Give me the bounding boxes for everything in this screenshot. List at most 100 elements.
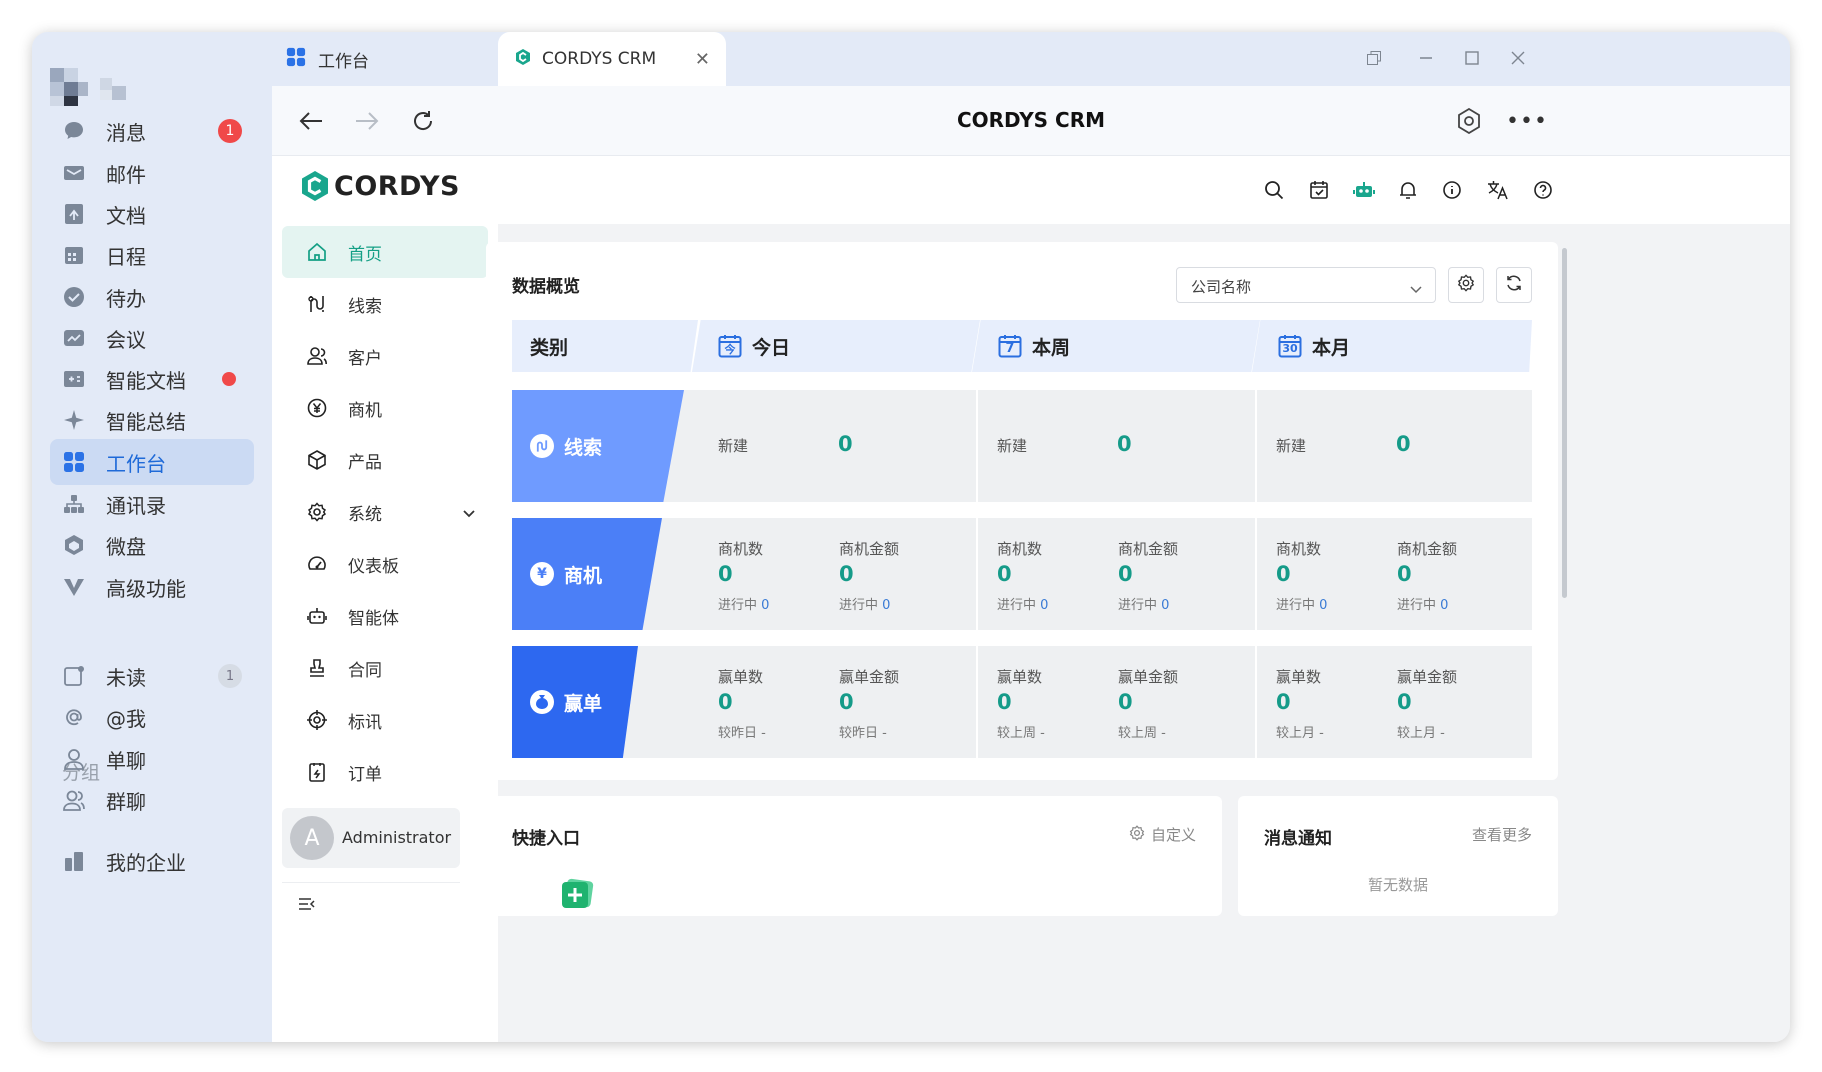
menu-item-dashboard[interactable]: 仪表板 [282,538,488,590]
metric-value: 0 [718,562,733,586]
translate-icon[interactable] [1486,178,1510,202]
sidebar-item-label: 微盘 [106,534,146,559]
metric-label: 新建 [1276,437,1307,455]
user-avatar[interactable] [50,68,132,112]
browser-nav-bar: CORDYS CRM ••• [272,86,1790,156]
menu-item-home[interactable]: 首页 [282,226,488,278]
header-category: 类别 [512,320,698,372]
minimize-icon[interactable] [1412,44,1440,72]
close-window-icon[interactable] [1504,44,1532,72]
menu-item-label: 合同 [348,660,382,681]
sidebar-item-workbench[interactable]: 工作台 [50,439,254,485]
sidebar-item-drive[interactable]: 微盘 [50,522,254,568]
mail-icon [62,161,86,185]
tab-workbench[interactable]: 工作台 [286,32,496,86]
info-icon[interactable] [1440,178,1464,202]
customize-label: 自定义 [1150,826,1196,844]
sidebar-item-advanced[interactable]: 高级功能 [50,564,254,610]
robot-icon[interactable] [1352,178,1376,202]
header-label: 本周 [1032,336,1071,359]
sidebar-item-messages[interactable]: 消息 1 [50,108,254,154]
sidebar-item-my-company[interactable]: 我的企业 [50,838,254,884]
metric-label: 赢单金额 [839,668,900,686]
view-more-link[interactable]: 查看更多 [1472,824,1532,845]
calendar-icon-text: 30 [1282,342,1298,355]
row-label-won[interactable]: 赢单 [512,646,638,758]
sidebar-group-mentions[interactable]: @我 [50,694,254,740]
calendar-icon-text: 7 [1005,341,1015,356]
refresh-icon [1505,274,1523,296]
divider [1255,518,1257,630]
divider [976,646,978,758]
sub-label: 进行中 [1276,598,1316,613]
restore-icon[interactable] [1360,44,1388,72]
app-header: CORDYS [272,156,1790,224]
sub-value: 0 [1440,598,1449,613]
row-label-opportunities[interactable]: ¥ 商机 [512,518,662,630]
divider [1255,390,1257,502]
sidebar-item-contacts[interactable]: 通讯录 [50,481,254,527]
sidebar-item-label: 文档 [106,203,146,228]
sub-label: 进行中 [1118,598,1158,613]
sidebar-item-mail[interactable]: 邮件 [50,150,254,196]
menu-item-agents[interactable]: 智能体 [282,590,488,642]
more-menu-icon[interactable]: ••• [1506,104,1547,138]
metric-value: 0 [1276,562,1291,586]
row-label-leads[interactable]: 线索 [512,390,684,502]
sparkle-icon [62,408,86,432]
sidebar-group-unread[interactable]: 未读 1 [50,653,254,699]
sidebar-item-todo[interactable]: 待办 [50,274,254,320]
hexagon-settings-icon[interactable] [1452,104,1486,138]
metric-label: 赢单数 [997,668,1043,686]
metric-label: 商机数 [718,540,764,558]
menu-item-system[interactable]: 系统 [282,486,488,538]
menu-item-leads[interactable]: 线索 [282,278,488,330]
collapse-menu-icon[interactable] [298,896,316,916]
menu-item-opportunities[interactable]: 商机 [282,382,488,434]
check-circle-icon [62,285,86,309]
sidebar-item-smart-summary[interactable]: 智能总结 [50,397,254,443]
sidebar-item-calendar[interactable]: 日程 [50,232,254,278]
menu-item-tenders[interactable]: 标讯 [282,694,488,746]
sidebar-item-label: 单聊 [106,748,146,773]
row-label-text: 商机 [564,564,603,587]
menu-item-products[interactable]: 产品 [282,434,488,486]
chat-bubble-icon [62,119,86,143]
bell-icon[interactable] [1396,178,1420,202]
close-tab-icon[interactable]: ✕ [695,49,710,70]
cordys-icon [514,48,532,71]
customize-link[interactable]: 自定义 [1129,824,1196,845]
help-icon[interactable] [1531,178,1555,202]
company-select[interactable]: 公司名称 [1176,267,1436,303]
maximize-icon[interactable] [1458,44,1486,72]
menu-item-customers[interactable]: 客户 [282,330,488,382]
sidebar-item-docs[interactable]: 文档 [50,191,254,237]
stamp-icon [306,657,328,679]
menu-item-orders[interactable]: 订单 [282,746,488,798]
user-profile[interactable]: A Administrator [282,808,460,868]
refresh-button[interactable] [1496,267,1532,303]
calendar-check-icon[interactable] [1307,178,1331,202]
header-month: 30 本月 [1252,320,1532,372]
calendar-week-icon: 7 [998,334,1022,358]
search-icon[interactable] [1262,178,1286,202]
scrollbar[interactable] [1562,248,1567,598]
cordys-logo[interactable]: CORDYS [300,170,460,202]
metric-sub: 进行中 0 [718,594,769,613]
add-shortcut-icon[interactable] [560,876,594,914]
robot-icon [306,605,328,627]
company-icon [62,849,86,873]
menu-item-label: 首页 [348,244,382,265]
tab-cordys-crm[interactable]: CORDYS CRM ✕ [498,32,726,86]
sidebar-group-groups[interactable]: 群聊 [50,777,254,823]
settings-button[interactable] [1448,267,1484,303]
sidebar-item-meeting[interactable]: 会议 [50,315,254,361]
calendar-icon [62,243,86,267]
menu-item-contracts[interactable]: 合同 [282,642,488,694]
sidebar-group-direct[interactable]: 单聊 [50,736,254,782]
select-value: 公司名称 [1191,278,1252,296]
gear-icon [1129,824,1145,845]
row-leads: 线索 新建 0 新建 0 新建 0 [512,390,1532,502]
smart-doc-icon [62,367,86,391]
sidebar-item-smart-docs[interactable]: 智能文档 [50,356,254,402]
